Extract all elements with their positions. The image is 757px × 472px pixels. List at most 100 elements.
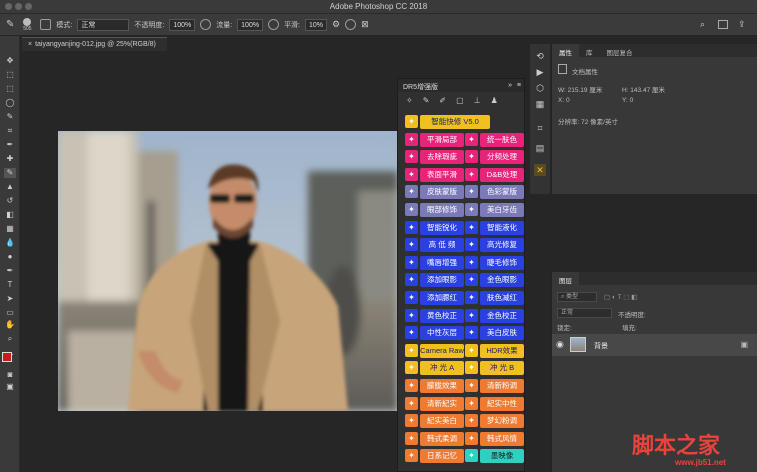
canvas-photo[interactable]: [58, 131, 398, 411]
person-icon[interactable]: ♟: [491, 96, 498, 106]
dr5-button[interactable]: 高 低 频: [420, 238, 464, 253]
artboard-tool-icon[interactable]: ⬚: [4, 70, 16, 80]
brush-preset-picker[interactable]: 505: [19, 17, 35, 32]
image-icon[interactable]: ▤: [534, 142, 546, 154]
dr5-button[interactable]: 皮肤蒙版: [420, 185, 464, 200]
dr5-button[interactable]: HDR效果: [480, 343, 524, 358]
history-icon[interactable]: ⟲: [534, 50, 546, 62]
dr5-button[interactable]: 智能液化: [480, 220, 524, 235]
search-icon[interactable]: ⌕: [700, 19, 705, 30]
share-icon[interactable]: ⇪: [738, 19, 746, 30]
flow-input[interactable]: 100%: [237, 18, 264, 31]
dr5-button[interactable]: 眼部修饰: [420, 203, 464, 217]
hand-tool-icon[interactable]: ✋: [4, 320, 16, 330]
rectangle-tool-icon[interactable]: ▭: [4, 308, 16, 318]
zoom-tool-icon[interactable]: ⌕: [4, 334, 16, 344]
healing-tool-icon[interactable]: ✚: [4, 154, 16, 164]
dr5-button[interactable]: 紀实中性: [480, 396, 524, 411]
dr5-button[interactable]: 智能快修 V5.0: [420, 115, 490, 129]
dr5-button[interactable]: 朦胧效果: [420, 379, 464, 393]
crop-tool-icon[interactable]: ⌗: [4, 126, 16, 136]
dr5-button[interactable]: D&B处理: [480, 167, 524, 182]
dr5-button[interactable]: 金色眼影: [480, 273, 524, 288]
dr5-button[interactable]: 金色校正: [480, 308, 524, 323]
stamp-tool-icon[interactable]: ▲: [4, 182, 16, 192]
layer-kind-filter[interactable]: ⌕ 类型: [557, 292, 597, 302]
dr5-button[interactable]: 冲 光 B: [480, 361, 524, 376]
dr5-button[interactable]: 韩式风情: [480, 431, 524, 446]
mode-select[interactable]: 正常: [77, 18, 130, 31]
eyedropper-tool-icon[interactable]: ✒: [4, 140, 16, 150]
settings-gear-icon[interactable]: ⚙: [332, 19, 340, 30]
screen-mode-icon[interactable]: ▣: [4, 382, 16, 392]
foreground-color-swatch[interactable]: [2, 352, 12, 362]
smooth-input[interactable]: 10%: [305, 18, 328, 31]
dr5-button[interactable]: 嘴唇增强: [420, 255, 464, 270]
dr5-button[interactable]: 去除瑕疵: [420, 150, 464, 165]
type-tool-icon[interactable]: T: [4, 280, 16, 290]
dr5-button[interactable]: 分频处理: [480, 150, 524, 165]
dr5-button[interactable]: 添加腮红: [420, 291, 464, 305]
tab-properties[interactable]: 属性: [552, 44, 579, 57]
dr5-button[interactable]: 中性灰层: [420, 326, 464, 341]
dr5-button[interactable]: 清新粉调: [480, 379, 524, 393]
marquee-tool-icon[interactable]: ⬚: [4, 84, 16, 94]
eraser-tool-icon[interactable]: ◧: [4, 210, 16, 220]
panel-collapse-icon[interactable]: »: [508, 82, 512, 89]
dr5-button[interactable]: 睫毛修饰: [480, 255, 524, 270]
dr5-button[interactable]: 美白牙齿: [480, 203, 524, 217]
dr5-button[interactable]: 添加眼影: [420, 273, 464, 288]
document-tab[interactable]: × taiyangyanjing-012.jpg @ 25%(RGB/8): [22, 37, 167, 51]
dr5-button[interactable]: 色彩蒙版: [480, 185, 524, 200]
quick-mask-icon[interactable]: ◙: [4, 370, 16, 380]
crop-icon[interactable]: ⌗: [534, 122, 546, 134]
dr5-button[interactable]: 肤色减红: [480, 291, 524, 305]
lasso-tool-icon[interactable]: ◯: [4, 98, 16, 108]
pressure-size-icon[interactable]: [345, 19, 357, 30]
grid-icon[interactable]: ▦: [534, 98, 546, 110]
brush-tool-icon[interactable]: ✎: [4, 168, 16, 178]
path-select-tool-icon[interactable]: ➤: [4, 294, 16, 304]
swatches-icon[interactable]: ⬡: [534, 82, 546, 94]
dr5-button[interactable]: 紀实美白: [420, 414, 464, 429]
dr5-button[interactable]: Camera Raw: [420, 343, 464, 358]
pen-tool-icon[interactable]: ✒: [4, 266, 16, 276]
dr5-button[interactable]: 黄色校正: [420, 308, 464, 323]
workspace-icon[interactable]: [718, 20, 728, 29]
dr5-button[interactable]: 平滑局部: [420, 132, 464, 147]
quick-select-tool-icon[interactable]: ✎: [4, 112, 16, 122]
stamp-icon[interactable]: ⊥: [474, 96, 481, 106]
pressure-opacity-icon[interactable]: [200, 19, 212, 30]
layer-row-background[interactable]: ◉ 背景 ▣: [552, 334, 757, 356]
brush-panel-icon[interactable]: [40, 19, 52, 30]
layer-filter-icons[interactable]: ▢ ◐ T ⬚ ◧: [604, 293, 637, 301]
tab-layer-comps[interactable]: 图层复合: [600, 44, 640, 57]
magic-wand-icon[interactable]: ✧: [406, 96, 413, 106]
dodge-tool-icon[interactable]: ●: [4, 252, 16, 262]
dr5-button[interactable]: 统一肤色: [480, 132, 524, 147]
dr5-button[interactable]: 日系记忆: [420, 449, 464, 464]
brush-icon[interactable]: ✎: [423, 96, 430, 106]
dr5-button[interactable]: 韩式柔调: [420, 431, 464, 446]
dr5-button[interactable]: 梦幻粉调: [480, 414, 524, 429]
visibility-eye-icon[interactable]: ◉: [556, 339, 564, 350]
tools-x-icon[interactable]: ✕: [534, 164, 546, 176]
panel-menu-icon[interactable]: ≡: [517, 82, 521, 89]
dr5-button[interactable]: 高光修复: [480, 238, 524, 253]
move-tool-icon[interactable]: ✥: [4, 56, 16, 66]
gradient-tool-icon[interactable]: ▦: [4, 224, 16, 234]
opacity-input[interactable]: 100%: [169, 18, 196, 31]
dr5-button[interactable]: 美白皮肤: [480, 326, 524, 341]
brush-tool-icon[interactable]: ✎: [6, 19, 14, 30]
close-icon[interactable]: ×: [28, 41, 32, 48]
tab-layers[interactable]: 图层: [552, 272, 579, 285]
dr5-button[interactable]: 墨映像: [480, 449, 524, 464]
dr5-button[interactable]: 清新紀实: [420, 396, 464, 411]
play-icon[interactable]: ▶: [534, 66, 546, 78]
pencil-icon[interactable]: ✐: [439, 96, 446, 106]
dr5-button[interactable]: 表面平滑: [420, 167, 464, 182]
airbrush-icon[interactable]: [268, 19, 280, 30]
tab-libraries[interactable]: 库: [579, 44, 600, 57]
dr5-button[interactable]: 冲 光 A: [420, 361, 464, 376]
history-brush-tool-icon[interactable]: ↺: [4, 196, 16, 206]
